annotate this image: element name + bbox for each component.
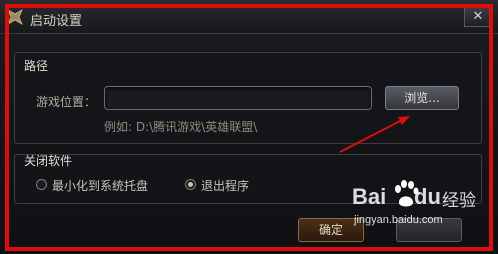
- watermark-brand-left: Bai: [352, 184, 387, 209]
- exit-program-label[interactable]: 退出程序: [201, 177, 249, 194]
- game-location-label: 游戏位置：: [36, 95, 97, 109]
- title-bar[interactable]: 启动设置 ✕: [0, 0, 498, 34]
- game-logo-icon: [7, 9, 23, 25]
- close-software-group-label: 关闭软件: [24, 154, 73, 168]
- minimize-to-tray-radio[interactable]: [36, 179, 47, 190]
- watermark-product: 经验: [442, 191, 476, 211]
- exit-program-radio[interactable]: [185, 179, 196, 190]
- game-location-input[interactable]: [104, 86, 372, 110]
- browse-button[interactable]: 浏览...: [385, 86, 459, 110]
- path-group-label: 路径: [24, 59, 49, 73]
- minimize-to-tray-label[interactable]: 最小化到系统托盘: [52, 177, 148, 194]
- watermark-url: jingyan.baidu.com: [354, 214, 443, 226]
- baidu-jingyan-watermark: Bai du 经验 jingyan.baidu.com: [352, 178, 492, 236]
- window-title: 启动设置: [30, 14, 83, 29]
- close-button[interactable]: ✕: [464, 7, 492, 27]
- watermark-brand-right: du: [414, 184, 441, 209]
- path-example-hint: 例如: D:\腾讯游戏\英雄联盟\: [104, 120, 258, 134]
